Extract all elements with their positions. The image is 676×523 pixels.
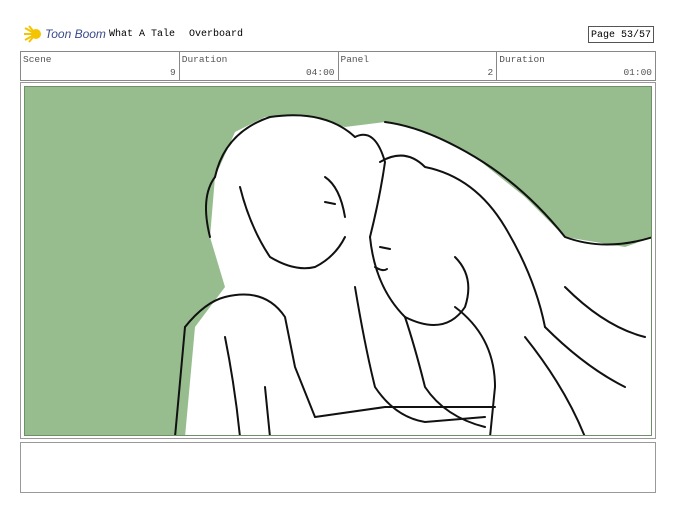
scene-duration-cell: Duration 04:00 bbox=[180, 52, 339, 80]
duration-value: 01:00 bbox=[623, 67, 652, 78]
scene-value: 9 bbox=[170, 67, 176, 78]
duration-value: 04:00 bbox=[305, 67, 335, 78]
duration-label: Duration bbox=[499, 54, 545, 65]
panel-info-bar: Scene 9 Duration 04:00 Panel 2 Duration 01:0… bbox=[20, 51, 656, 81]
scene-cell: Scene 9 bbox=[21, 52, 180, 80]
sun-logo-icon bbox=[24, 25, 41, 43]
logo-text: Toon Boom bbox=[45, 27, 106, 41]
sketch-drawing bbox=[174, 114, 651, 435]
scene-label: Scene bbox=[23, 54, 52, 65]
storyboard-panel-image bbox=[24, 86, 652, 436]
page-number: Page 53/57 bbox=[588, 26, 654, 43]
project-title: What A Tale bbox=[109, 29, 176, 40]
episode-title: Overboard bbox=[189, 29, 244, 40]
panel-value: 2 bbox=[487, 67, 494, 78]
panel-duration-cell: Duration 01:00 bbox=[497, 52, 655, 80]
panel-cell: Panel 2 bbox=[339, 52, 498, 80]
duration-label: Duration bbox=[181, 54, 228, 65]
caption-box bbox=[20, 442, 656, 493]
toon-boom-logo: Toon Boom bbox=[22, 25, 106, 43]
panel-label: Panel bbox=[340, 54, 370, 65]
